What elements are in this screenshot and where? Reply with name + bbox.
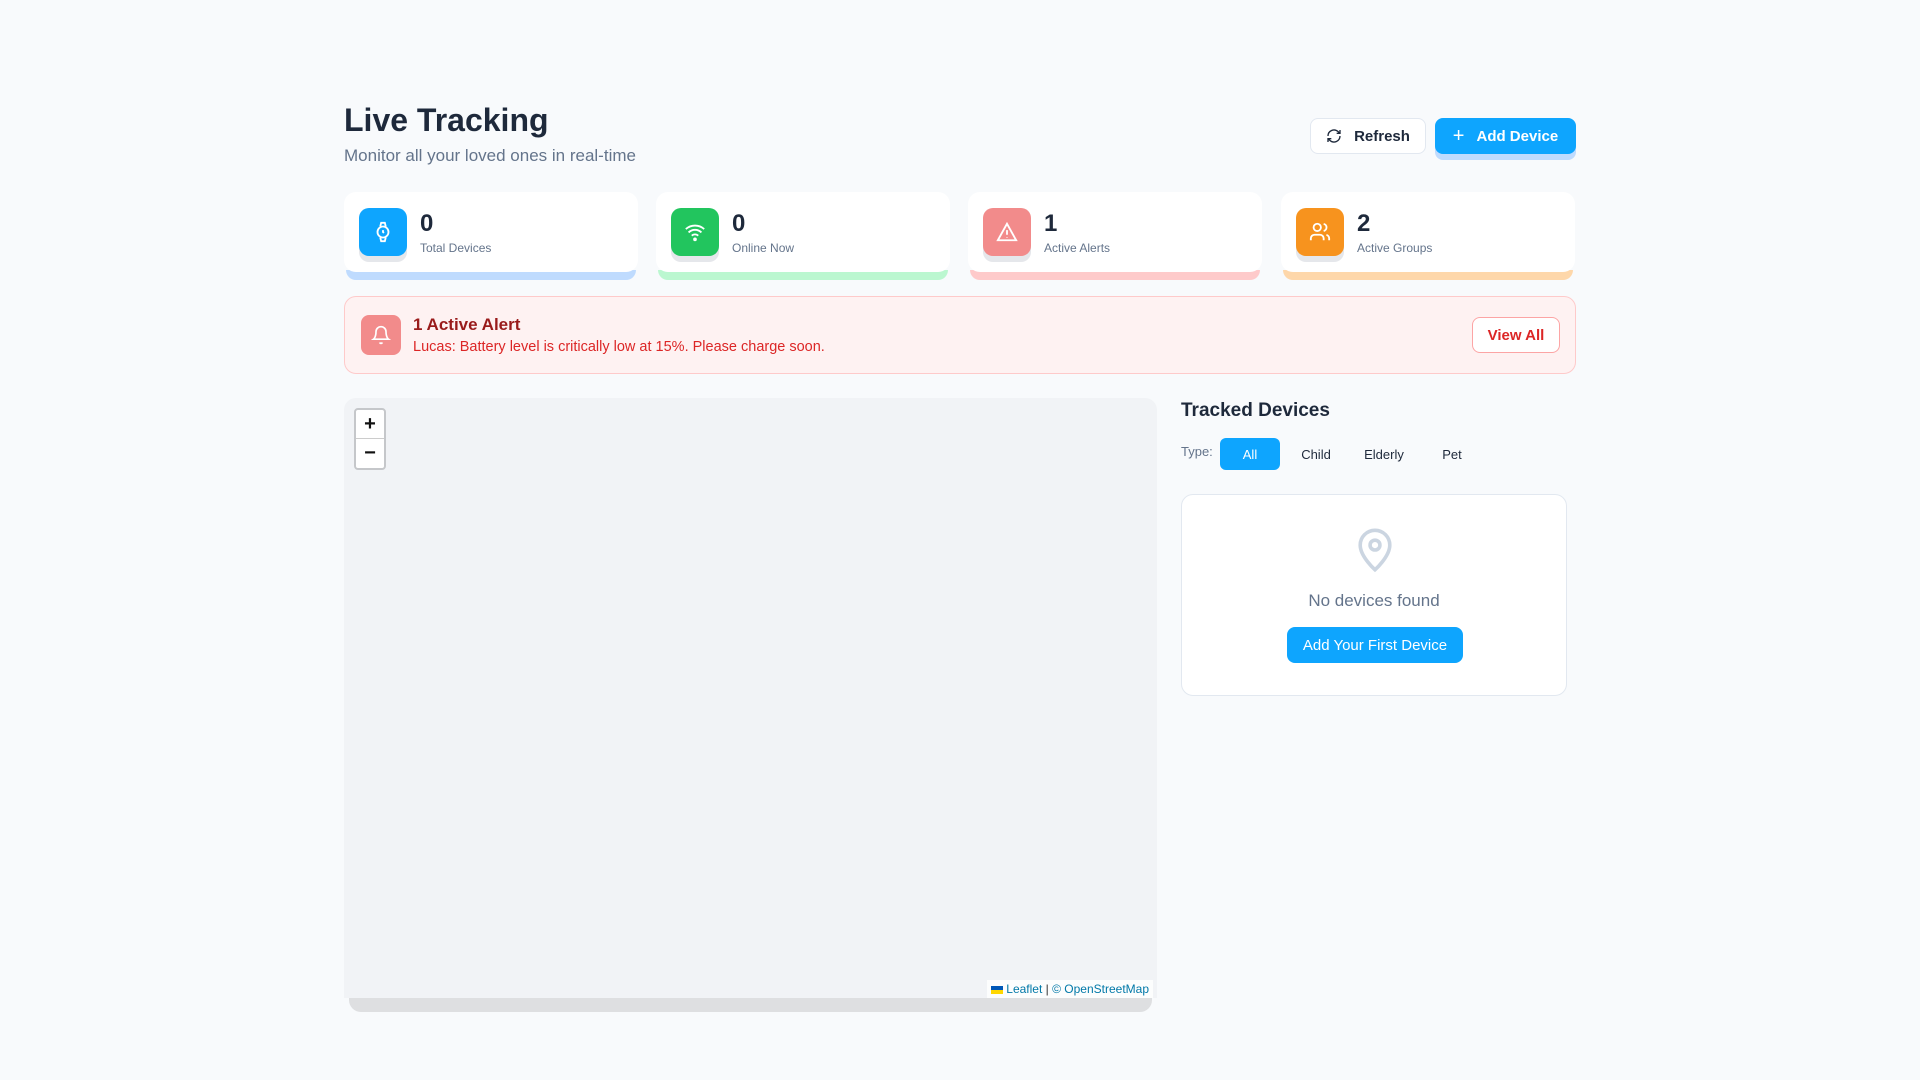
refresh-button[interactable]: Refresh <box>1310 118 1426 154</box>
zoom-out-button[interactable]: − <box>356 439 384 468</box>
alert-title: 1 Active Alert <box>413 315 521 334</box>
stat-value: 1 <box>1044 210 1058 237</box>
view-all-button[interactable]: View All <box>1472 317 1560 353</box>
empty-state: No devices found Add Your First Device <box>1181 494 1567 696</box>
alert-message: Lucas: Battery level is critically low a… <box>413 339 825 355</box>
stat-value: 0 <box>732 210 746 237</box>
bell-icon <box>361 315 401 355</box>
page-subtitle: Monitor all your loved ones in real-time <box>344 146 636 165</box>
stat-label: Active Groups <box>1357 241 1433 255</box>
stat-label: Total Devices <box>420 241 492 255</box>
stat-value: 2 <box>1357 210 1371 237</box>
plus-icon: + <box>1452 124 1465 147</box>
filter-all[interactable]: All <box>1220 438 1280 470</box>
stat-card-active-groups: 2 Active Groups <box>1281 192 1575 280</box>
warning-icon <box>983 208 1031 256</box>
empty-text: No devices found <box>1308 591 1440 610</box>
refresh-label: Refresh <box>1354 127 1410 145</box>
page-title: Live Tracking <box>344 102 549 138</box>
ukraine-flag-icon <box>990 985 1003 994</box>
filter-elderly[interactable]: Elderly <box>1354 438 1414 470</box>
users-icon <box>1296 208 1344 256</box>
add-device-button[interactable]: + Add Device <box>1435 118 1576 154</box>
add-first-device-button[interactable]: Add Your First Device <box>1287 627 1463 663</box>
wifi-icon <box>671 208 719 256</box>
type-label: Type: <box>1181 444 1213 459</box>
openstreetmap-link[interactable]: © OpenStreetMap <box>1052 982 1149 996</box>
stat-value: 0 <box>420 210 434 237</box>
alert-banner: 1 Active Alert Lucas: Battery level is c… <box>344 296 1576 374</box>
map[interactable]: + − Leaflet | © OpenStreetMap <box>344 398 1157 998</box>
map-attribution: Leaflet | © OpenStreetMap <box>986 980 1153 998</box>
stat-card-active-alerts: 1 Active Alerts <box>968 192 1262 280</box>
add-device-label: Add Device <box>1476 127 1559 145</box>
stat-label: Active Alerts <box>1044 241 1111 255</box>
filter-pet[interactable]: Pet <box>1422 438 1482 470</box>
attribution-separator: | <box>1045 982 1049 996</box>
leaflet-link[interactable]: Leaflet <box>1006 982 1042 996</box>
stat-card-total-devices: 0 Total Devices <box>344 192 638 280</box>
stat-label: Online Now <box>732 241 795 255</box>
zoom-control: + − <box>354 408 386 470</box>
map-shadow <box>349 998 1152 1012</box>
refresh-icon <box>1327 129 1341 143</box>
map-pin-icon <box>1358 528 1392 573</box>
watch-icon <box>359 208 407 256</box>
tracked-devices-title: Tracked Devices <box>1181 400 1330 421</box>
filter-child[interactable]: Child <box>1286 438 1346 470</box>
zoom-in-button[interactable]: + <box>356 410 384 439</box>
stat-card-online-now: 0 Online Now <box>656 192 950 280</box>
